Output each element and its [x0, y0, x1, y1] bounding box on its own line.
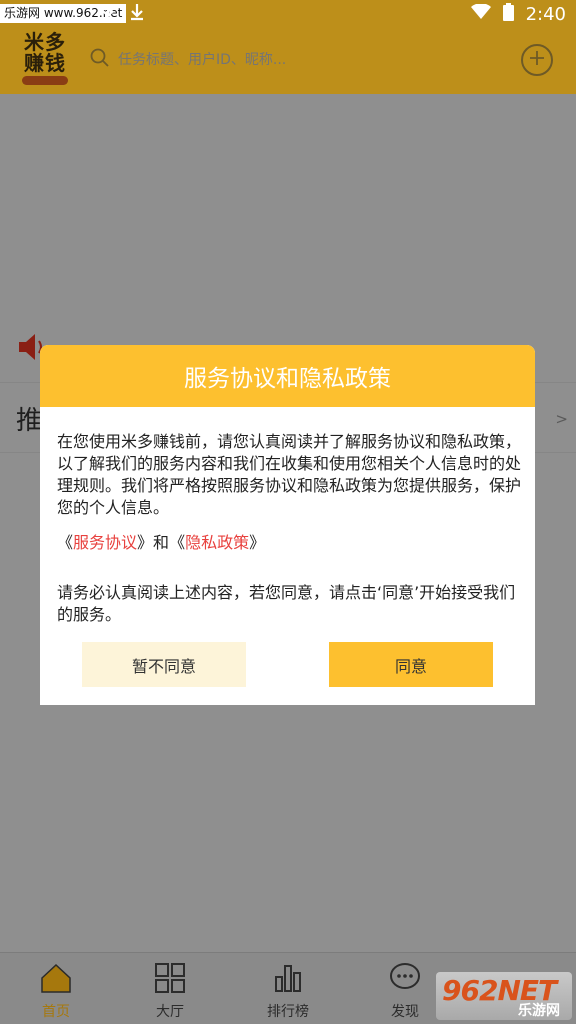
logo-text-line1: 米多	[24, 30, 66, 54]
search-input[interactable]	[118, 52, 418, 68]
add-button[interactable]	[521, 44, 553, 76]
agree-button[interactable]: 同意	[329, 642, 493, 687]
app-logo: 米多 赚钱	[20, 32, 70, 88]
download-icon	[100, 4, 129, 26]
download-icon	[129, 4, 145, 26]
logo-text-line2: 赚钱	[24, 51, 66, 75]
service-agreement-link[interactable]: 服务协议	[73, 533, 137, 552]
logo-ribbon	[22, 76, 68, 85]
nav-ranking-label: 排行榜	[267, 1004, 309, 1020]
privacy-policy-link[interactable]: 隐私政策	[185, 533, 249, 552]
agreement-links: 《服务协议》和《隐私政策》	[57, 532, 265, 554]
app-header: 米多 赚钱	[0, 28, 576, 94]
bracket-open: 《	[169, 533, 186, 552]
nav-hall[interactable]: 大厅	[130, 961, 210, 1021]
bracket-close: 》	[249, 533, 266, 552]
and-text: 和	[153, 533, 170, 552]
nav-hall-label: 大厅	[156, 1004, 184, 1020]
ranking-icon	[271, 961, 305, 995]
search-icon	[90, 48, 110, 72]
battery-icon	[502, 3, 514, 25]
nav-home[interactable]: 首页	[16, 961, 96, 1021]
disagree-button[interactable]: 暂不同意	[82, 642, 246, 687]
dialog-body-text: 在您使用米多赚钱前，请您认真阅读并了解服务协议和隐私政策，以了解我们的服务内容和…	[57, 432, 522, 517]
section-title: 推	[16, 406, 43, 436]
home-icon	[39, 961, 73, 995]
nav-discover-label: 发现	[391, 1004, 419, 1020]
dialog-header: 服务协议和隐私政策	[40, 345, 535, 407]
grid-icon	[153, 961, 187, 995]
status-bar: 乐游网 www.962.net 2:40	[0, 0, 576, 28]
nav-home-label: 首页	[42, 1004, 70, 1020]
watermark-site-name: 乐游网	[518, 1003, 560, 1019]
bracket-close: 》	[137, 533, 154, 552]
bracket-open: 《	[57, 533, 74, 552]
nav-ranking[interactable]: 排行榜	[248, 961, 328, 1021]
more-link[interactable]: >	[555, 410, 568, 428]
nav-discover[interactable]: 发现	[365, 961, 445, 1021]
wifi-icon	[470, 3, 491, 24]
watermark-bottom: 962NET 乐游网	[436, 972, 572, 1020]
plus-icon	[529, 50, 545, 70]
chat-icon	[388, 961, 422, 995]
dialog-notice-text: 请务必认真阅读上述内容，若您同意，请点击‘同意’开始接受我们的服务。	[57, 583, 516, 624]
status-right: 2:40	[470, 0, 566, 28]
search-bar[interactable]	[90, 44, 420, 76]
status-icons	[100, 3, 145, 26]
clock: 2:40	[525, 3, 566, 25]
privacy-dialog: 服务协议和隐私政策 在您使用米多赚钱前，请您认真阅读并了解服务协议和隐私政策，以…	[40, 345, 535, 705]
dialog-title: 服务协议和隐私政策	[184, 366, 391, 392]
